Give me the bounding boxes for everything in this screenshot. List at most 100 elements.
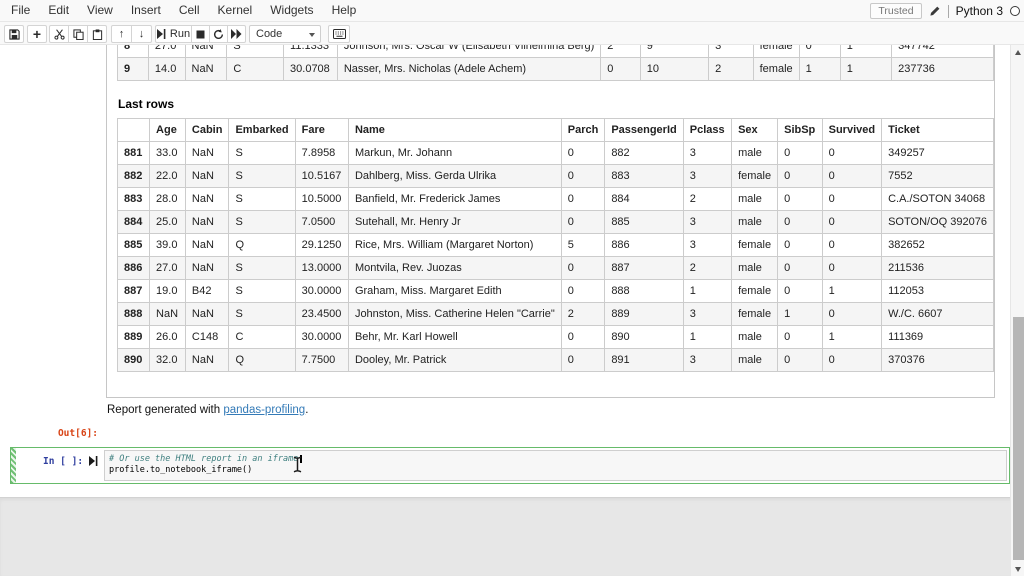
data-cell: 347742 bbox=[892, 45, 994, 58]
code-comment-text: # Or use the HTML report in an iframe bbox=[109, 454, 298, 464]
data-cell: 3 bbox=[683, 349, 731, 372]
table-row: 88627.0NaNS13.0000Montvila, Rev. Juozas0… bbox=[118, 257, 994, 280]
kernel-idle-icon bbox=[1010, 6, 1020, 16]
data-cell: 2 bbox=[683, 188, 731, 211]
run-button[interactable]: Run bbox=[155, 25, 192, 43]
data-cell: 0 bbox=[561, 165, 605, 188]
code-editor[interactable]: # Or use the HTML report in an iframe pr… bbox=[104, 450, 1007, 481]
table-header-row: AgeCabinEmbarkedFareNameParchPassengerId… bbox=[118, 119, 994, 142]
menu-view[interactable]: View bbox=[78, 0, 122, 21]
paste-button[interactable] bbox=[87, 25, 107, 43]
row-index-cell: 885 bbox=[118, 234, 150, 257]
data-cell: 1 bbox=[683, 280, 731, 303]
menu-edit[interactable]: Edit bbox=[39, 0, 78, 21]
data-cell: 885 bbox=[605, 211, 683, 234]
table-row: 88425.0NaNS7.0500Sutehall, Mr. Henry Jr0… bbox=[118, 211, 994, 234]
data-cell: 0 bbox=[822, 142, 881, 165]
table-row: 888NaNNaNS23.4500Johnston, Miss. Catheri… bbox=[118, 303, 994, 326]
scroll-up-arrow[interactable] bbox=[1011, 46, 1024, 58]
pandas-profiling-link[interactable]: pandas-profiling bbox=[223, 404, 305, 416]
data-cell: 3 bbox=[683, 303, 731, 326]
save-button[interactable] bbox=[4, 25, 24, 43]
data-cell: 25.0 bbox=[150, 211, 186, 234]
data-cell: female bbox=[732, 165, 778, 188]
restart-kernel-button[interactable] bbox=[209, 25, 228, 43]
menu-kernel[interactable]: Kernel bbox=[209, 0, 262, 21]
move-cell-down-button[interactable]: ↓ bbox=[131, 25, 152, 43]
data-cell: 0 bbox=[561, 188, 605, 211]
data-cell: female bbox=[753, 45, 799, 58]
move-cell-up-button[interactable]: ↑ bbox=[111, 25, 132, 43]
data-cell: Q bbox=[229, 349, 295, 372]
arrow-down-icon: ↓ bbox=[139, 28, 145, 40]
data-cell: male bbox=[732, 326, 778, 349]
command-palette-button[interactable] bbox=[328, 25, 350, 43]
row-index-cell: 883 bbox=[118, 188, 150, 211]
row-index-cell: 889 bbox=[118, 326, 150, 349]
row-index-cell: 8 bbox=[118, 45, 149, 58]
data-cell: Montvila, Rev. Juozas bbox=[348, 257, 561, 280]
column-header: Survived bbox=[822, 119, 881, 142]
copy-button[interactable] bbox=[68, 25, 88, 43]
column-header: Cabin bbox=[185, 119, 229, 142]
data-cell: 7.8958 bbox=[295, 142, 348, 165]
menu-widgets[interactable]: Widgets bbox=[261, 0, 322, 21]
data-cell: 0 bbox=[822, 257, 881, 280]
run-cell-marker-icon[interactable] bbox=[89, 456, 98, 466]
scroll-down-arrow[interactable] bbox=[1011, 563, 1024, 575]
scrollbar-thumb[interactable] bbox=[1013, 317, 1024, 560]
menu-file[interactable]: File bbox=[2, 0, 39, 21]
row-index-cell: 9 bbox=[118, 58, 149, 81]
cell-type-select[interactable]: Code bbox=[249, 25, 321, 43]
data-cell: SOTON/OQ 392076 bbox=[882, 211, 994, 234]
data-cell: NaN bbox=[185, 45, 227, 58]
data-cell: 0 bbox=[601, 58, 640, 81]
data-cell: 888 bbox=[605, 280, 683, 303]
restart-run-all-button[interactable] bbox=[227, 25, 246, 43]
data-cell: Dooley, Mr. Patrick bbox=[348, 349, 561, 372]
data-cell: 30.0000 bbox=[295, 280, 348, 303]
insert-cell-button[interactable]: + bbox=[27, 25, 47, 43]
data-cell: 7.7500 bbox=[295, 349, 348, 372]
data-cell: 7.0500 bbox=[295, 211, 348, 234]
data-cell: 22.0 bbox=[150, 165, 186, 188]
save-icon bbox=[9, 29, 20, 40]
data-cell: NaN bbox=[150, 303, 186, 326]
menu-help[interactable]: Help bbox=[323, 0, 366, 21]
menu-cell[interactable]: Cell bbox=[170, 0, 209, 21]
data-cell: 0 bbox=[799, 45, 840, 58]
column-header: Sex bbox=[732, 119, 778, 142]
selected-code-cell[interactable]: In [ ]: # Or use the HTML report in an i… bbox=[10, 447, 1010, 484]
data-cell: 889 bbox=[605, 303, 683, 326]
cut-button[interactable] bbox=[49, 25, 69, 43]
notebook-end-space bbox=[0, 497, 1024, 576]
interrupt-kernel-button[interactable] bbox=[191, 25, 210, 43]
data-cell: 890 bbox=[605, 326, 683, 349]
text-caret bbox=[300, 455, 302, 463]
table-row: 88133.0NaNS7.8958Markun, Mr. Johann08823… bbox=[118, 142, 994, 165]
data-cell: female bbox=[732, 280, 778, 303]
data-cell: 0 bbox=[561, 211, 605, 234]
data-cell: 0 bbox=[778, 280, 823, 303]
data-cell: male bbox=[732, 188, 778, 211]
report-iframe[interactable]: 827.0NaNS11.1333Johnson, Mrs. Oscar W (E… bbox=[106, 45, 995, 398]
vertical-scrollbar[interactable] bbox=[1010, 45, 1024, 576]
data-cell: 882 bbox=[605, 142, 683, 165]
data-cell: 0 bbox=[778, 188, 823, 211]
menu-insert[interactable]: Insert bbox=[122, 0, 170, 21]
data-cell: W./C. 6607 bbox=[882, 303, 994, 326]
table-row: 88328.0NaNS10.5000Banfield, Mr. Frederic… bbox=[118, 188, 994, 211]
data-cell: 28.0 bbox=[150, 188, 186, 211]
data-cell: 0 bbox=[822, 349, 881, 372]
data-cell: S bbox=[229, 280, 295, 303]
data-cell: 1 bbox=[778, 303, 823, 326]
data-cell: 2 bbox=[561, 303, 605, 326]
data-cell: 886 bbox=[605, 234, 683, 257]
cell-drag-handle[interactable] bbox=[11, 448, 16, 483]
table-row: 89032.0NaNQ7.7500Dooley, Mr. Patrick0891… bbox=[118, 349, 994, 372]
trusted-badge[interactable]: Trusted bbox=[870, 3, 921, 19]
step-forward-icon bbox=[157, 29, 166, 39]
data-cell: 11.1333 bbox=[284, 45, 338, 58]
data-cell: 1 bbox=[683, 326, 731, 349]
data-cell: 1 bbox=[840, 58, 891, 81]
